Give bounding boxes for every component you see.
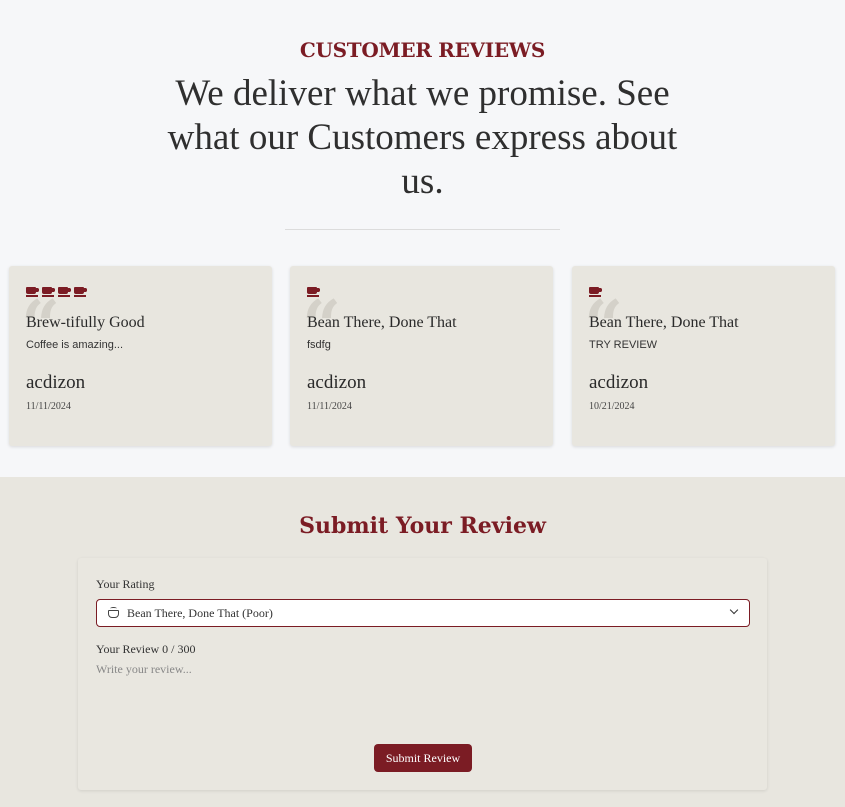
review-text: TRY REVIEW — [589, 339, 658, 351]
review-author: acdizon — [26, 372, 86, 393]
review-date: 11/11/2024 — [307, 401, 352, 412]
review-form: Your Rating Bean There, Done That (Poor)… — [78, 558, 767, 790]
rating-selected-value: Bean There, Done That (Poor) — [127, 605, 273, 620]
coffee-cup-icon — [74, 285, 88, 297]
review-textarea[interactable] — [92, 658, 752, 738]
review-label: Your Review 0 / 300 — [96, 642, 196, 656]
review-text: fsdfg — [307, 339, 331, 351]
submit-review-button[interactable]: Submit Review — [374, 744, 472, 772]
section-headline: We deliver what we promise. See what our… — [167, 73, 678, 202]
review-author: acdizon — [589, 372, 649, 393]
chevron-down-icon — [729, 605, 739, 615]
review-title: Bean There, Done That — [307, 314, 457, 331]
review-card: “ Brew-tifully Good Coffee is amazing...… — [9, 266, 272, 446]
review-title: Bean There, Done That — [589, 314, 739, 331]
section-eyebrow: CUSTOMER REVIEWS — [299, 38, 546, 62]
submit-review-section: Submit Your Review Your Rating Bean Ther… — [0, 477, 845, 807]
review-date: 11/11/2024 — [26, 401, 71, 412]
review-date: 10/21/2024 — [589, 401, 635, 412]
review-title: Brew-tifully Good — [26, 314, 145, 331]
review-card: “ Bean There, Done That TRY REVIEW acdiz… — [572, 266, 835, 446]
coffee-mug-icon — [107, 607, 121, 619]
submit-review-title: Submit Your Review — [299, 513, 546, 539]
review-author: acdizon — [307, 372, 367, 393]
review-text: Coffee is amazing... — [26, 339, 124, 351]
section-divider — [285, 229, 560, 230]
rating-label: Your Rating — [96, 577, 155, 591]
rating-select[interactable]: Bean There, Done That (Poor) — [96, 599, 750, 627]
review-card: “ Bean There, Done That fsdfg acdizon 11… — [290, 266, 553, 446]
reviews-header-section: CUSTOMER REVIEWS We deliver what we prom… — [0, 0, 845, 477]
